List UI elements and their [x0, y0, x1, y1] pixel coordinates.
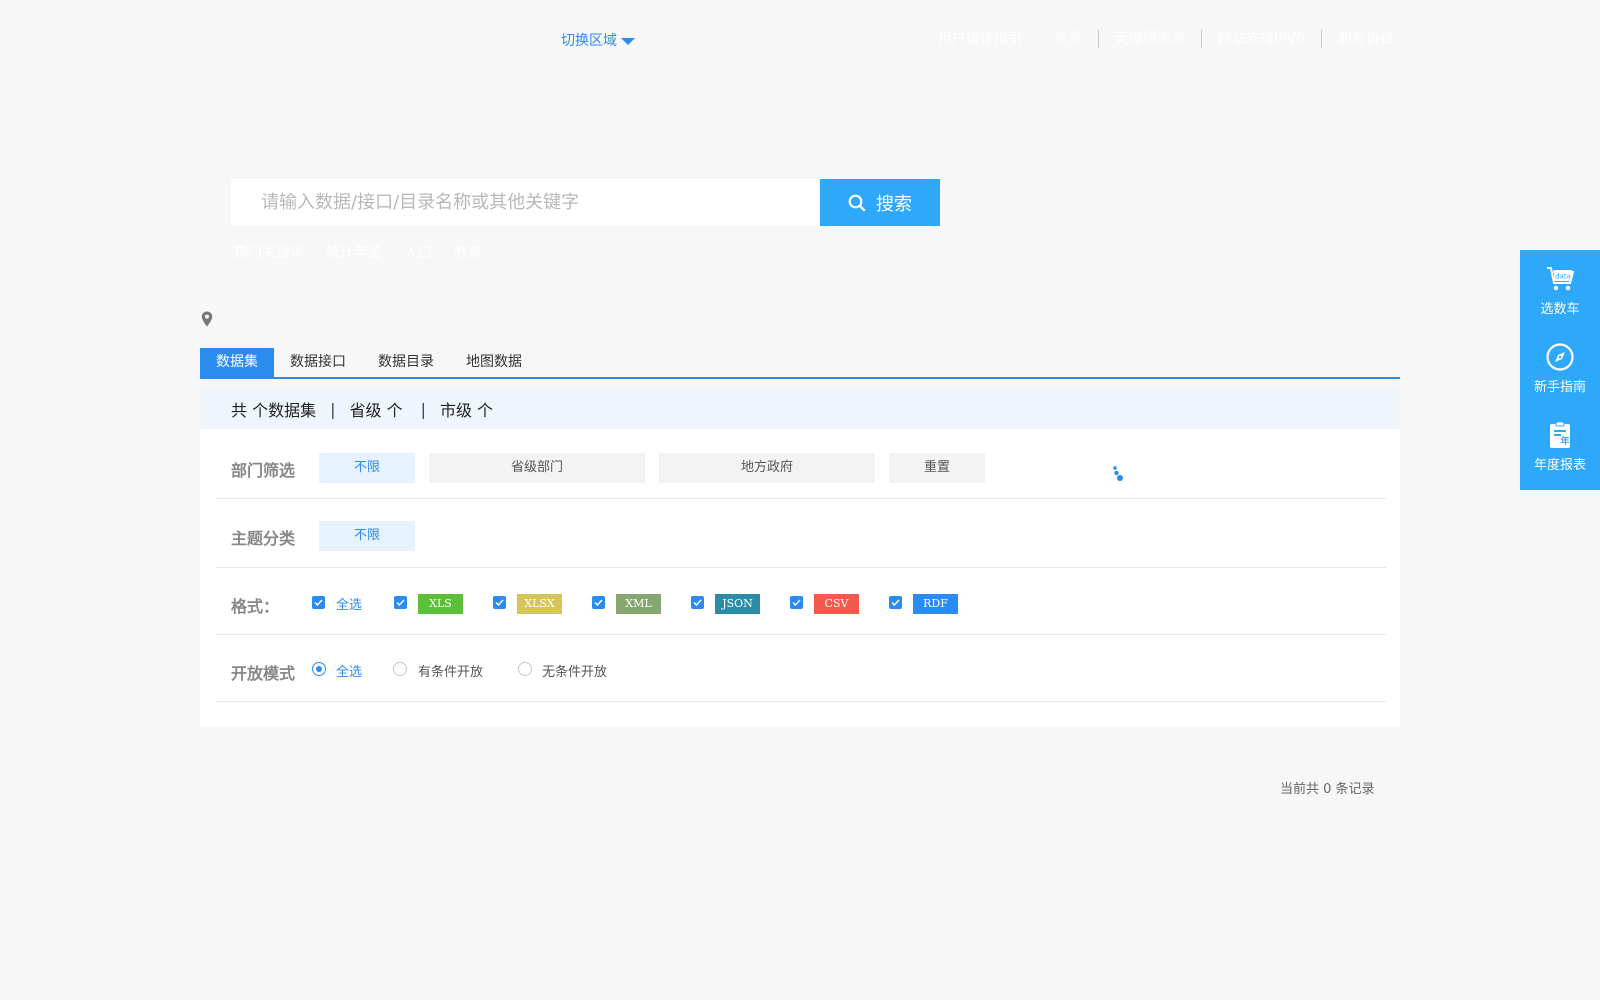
format-select-all-label: 全选 [336, 598, 363, 613]
summary-city: 市级 个 [439, 401, 494, 420]
topic-filter-row: 主题分类 不限 [216, 499, 1386, 568]
hot-keywords-label: 热门关键词 [234, 245, 304, 261]
checkbox-csv[interactable] [790, 596, 803, 609]
top-links: 用户操作指引 登录 无障碍浏览 网站支持IPV6 服务协议 [922, 30, 1410, 48]
dock-beginner-guide-label: 新手指南 [1533, 380, 1586, 395]
tab-datasets[interactable]: 数据集 [200, 348, 274, 377]
checkbox-xls[interactable] [394, 596, 407, 609]
dock-beginner-guide[interactable]: 新手指南 [1520, 342, 1600, 395]
open-mode-conditional-label: 有条件开放 [418, 665, 484, 680]
tab-data-catalog[interactable]: 数据目录 [362, 348, 450, 377]
tab-data-api[interactable]: 数据接口 [274, 348, 362, 377]
hot-keywords: 热门关键词 统计年鉴 人口 教育 [234, 242, 504, 262]
format-filter-label: 格式： [231, 597, 280, 616]
record-count: 当前共 0 条记录 [1280, 782, 1375, 797]
side-dock: data 选数车 新手指南 年 年度报表 [1520, 250, 1600, 490]
tab-map-data[interactable]: 地图数据 [450, 348, 538, 377]
filter-panel: 共 个数据集 | 省级 个 | 市级 个 部门筛选 不限 省级部门 地方政府 重… [200, 389, 1400, 726]
search-button[interactable]: 搜索 [820, 179, 940, 226]
radio-open-all[interactable] [312, 662, 326, 676]
hot-keyword[interactable]: 教育 [454, 242, 482, 262]
check-icon [594, 599, 603, 606]
check-icon [495, 599, 504, 606]
check-icon [891, 599, 900, 606]
svg-text:data: data [1555, 273, 1571, 281]
service-agreement-link[interactable]: 服务协议 [1322, 30, 1410, 48]
region-switch-label: 切换区域 [561, 33, 617, 49]
data-cart-icon: data [1547, 267, 1575, 291]
check-icon [396, 599, 405, 606]
format-filter-row: 格式： 全选 XLS XLSX XML JSON CSV RDF [216, 568, 1386, 635]
summary-total: 共 个数据集 [231, 401, 317, 420]
check-icon [314, 599, 323, 606]
department-filter-row: 部门筛选 不限 省级部门 地方政府 重置 [216, 429, 1386, 499]
department-option-unlimited[interactable]: 不限 [319, 453, 415, 483]
search-input[interactable] [231, 179, 820, 226]
annual-report-icon: 年 [1550, 421, 1570, 448]
dock-data-cart[interactable]: data 选数车 [1520, 264, 1600, 317]
checkbox-select-all[interactable] [312, 596, 325, 609]
search-icon [848, 194, 866, 211]
checkbox-json[interactable] [691, 596, 704, 609]
department-filter-label: 部门筛选 [231, 461, 296, 480]
hot-keyword[interactable]: 统计年鉴 [326, 242, 382, 262]
dock-annual-report-label: 年度报表 [1533, 458, 1586, 473]
open-mode-unconditional-label: 无条件开放 [542, 665, 608, 680]
user-guide-link[interactable]: 用户操作指引 [922, 30, 1038, 48]
hot-keyword[interactable]: 人口 [404, 242, 432, 262]
format-badge-csv: CSV [814, 594, 859, 614]
ipv6-link[interactable]: 网站支持IPV6 [1202, 30, 1321, 48]
summary-provincial: 省级 个 [349, 401, 403, 420]
open-mode-filter-row: 开放模式 全选 有条件开放 无条件开放 [216, 635, 1386, 702]
radio-unconditional-open[interactable] [518, 662, 532, 676]
checkbox-rdf[interactable] [889, 596, 902, 609]
department-option-local-gov[interactable]: 地方政府 [659, 453, 875, 483]
search-bar: 搜索 [231, 179, 940, 226]
checkbox-xlsx[interactable] [493, 596, 506, 609]
check-icon [792, 599, 801, 606]
dock-data-cart-label: 选数车 [1540, 302, 1580, 317]
radio-conditional-open[interactable] [393, 662, 407, 676]
loading-spinner-icon [1113, 466, 1123, 481]
reset-button[interactable]: 重置 [889, 453, 985, 483]
summary-separator: | [330, 399, 336, 419]
svg-text:年: 年 [1560, 435, 1569, 447]
checkbox-xml[interactable] [592, 596, 605, 609]
location-pin-icon [201, 311, 213, 327]
compass-icon [1546, 343, 1574, 371]
topic-filter-label: 主题分类 [231, 529, 296, 548]
open-mode-all-label: 全选 [336, 665, 363, 680]
dataset-summary: 共 个数据集 | 省级 个 | 市级 个 [200, 389, 1400, 429]
department-option-provincial[interactable]: 省级部门 [429, 453, 645, 483]
chevron-down-icon [621, 37, 635, 45]
open-mode-filter-label: 开放模式 [231, 664, 296, 683]
format-badge-rdf: RDF [913, 594, 958, 614]
format-badge-json: JSON [715, 594, 760, 614]
login-link[interactable]: 登录 [1038, 30, 1098, 48]
check-icon [693, 599, 702, 606]
format-badge-xml: XML [616, 594, 661, 614]
category-tabs: 数据集 数据接口 数据目录 地图数据 [200, 348, 1400, 379]
accessibility-link[interactable]: 无障碍浏览 [1099, 30, 1201, 48]
region-switch[interactable]: 切换区域 [561, 30, 635, 50]
format-badge-xlsx: XLSX [517, 594, 562, 614]
dock-annual-report[interactable]: 年 年度报表 [1520, 420, 1600, 473]
topic-option-unlimited[interactable]: 不限 [319, 521, 415, 551]
format-badge-xls: XLS [418, 594, 463, 614]
search-button-label: 搜索 [876, 193, 912, 215]
summary-separator: | [420, 399, 426, 419]
